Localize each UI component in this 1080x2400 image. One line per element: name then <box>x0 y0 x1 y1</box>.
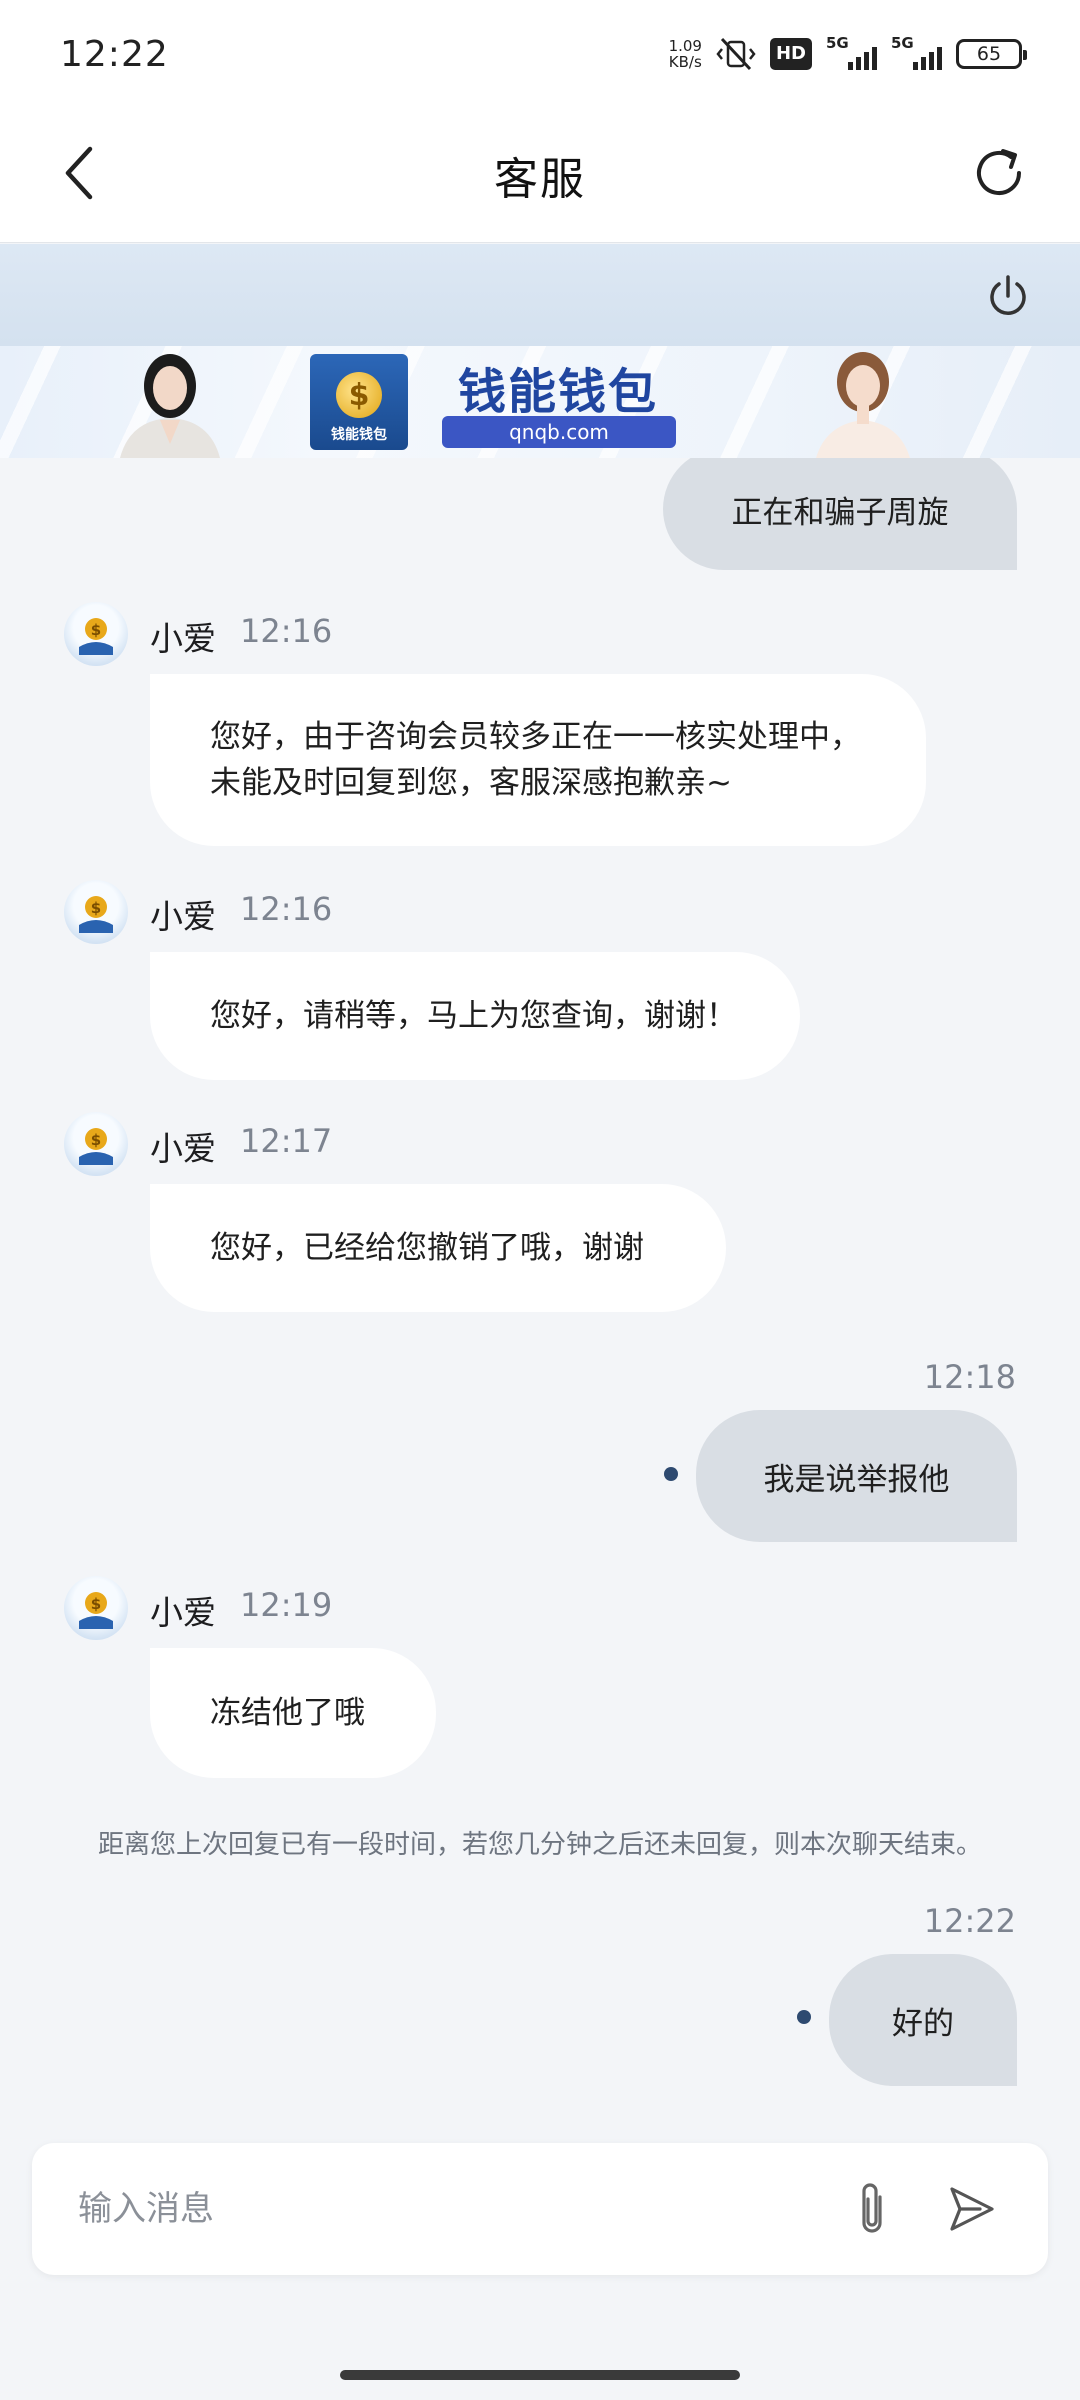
svg-text:$: $ <box>91 1131 101 1149</box>
ad-logo-caption: 钱能钱包 <box>331 427 387 443</box>
end-chat-button[interactable] <box>980 268 1036 324</box>
message-time: 12:16 <box>240 890 333 928</box>
outgoing-message-bubble: 我是说举报他 <box>696 1410 1017 1542</box>
back-button[interactable] <box>50 138 110 208</box>
message-text: 正在和骗子周旋 <box>731 494 949 531</box>
incoming-message-bubble: 您好，已经给您撤销了哦，谢谢 <box>150 1184 726 1312</box>
message-time: 12:22 <box>923 1902 1016 1940</box>
dollar-coin-icon: $ <box>336 372 382 418</box>
page-title: 客服 <box>494 154 586 205</box>
chat-message-list[interactable]: 正在和骗子周旋 $ 小爱 12:16 您好，由于咨询会员较多正在一一核实处理中，… <box>0 458 1080 2140</box>
network-speed-value: 1.09 <box>668 37 702 55</box>
message-time: 12:18 <box>923 1358 1016 1396</box>
wallet-logo-icon: $ <box>79 618 113 655</box>
message-input[interactable] <box>78 2189 842 2229</box>
ad-banner[interactable]: $ 钱能钱包 钱能钱包 qnqb.com <box>0 346 1080 458</box>
incoming-message-bubble: 冻结他了哦 <box>150 1648 436 1778</box>
attach-button[interactable] <box>842 2174 902 2244</box>
paperclip-icon <box>862 2183 882 2233</box>
power-icon <box>990 275 1026 315</box>
sender-name: 小爱 <box>150 619 216 658</box>
hd-voice-badge: HD <box>769 38 812 70</box>
wallet-logo-icon: $ <box>79 1592 113 1629</box>
refresh-icon <box>977 149 1021 195</box>
agent-avatar: $ <box>64 1112 128 1176</box>
message-time: 12:16 <box>240 612 333 650</box>
signal-1-icon: 5G <box>826 34 877 70</box>
unread-indicator-dot <box>797 2010 811 2024</box>
message-composer <box>32 2143 1048 2275</box>
ad-wallet-logo: $ 钱能钱包 <box>310 354 408 450</box>
ad-model-right-image <box>816 352 910 458</box>
app-header: 客服 <box>0 108 1080 243</box>
ad-model-left-image <box>120 354 220 458</box>
message-time: 12:19 <box>240 1586 333 1624</box>
status-icons: 1.09 KB/s HD 5G 5G 65 <box>669 34 1027 71</box>
wallet-logo-icon: $ <box>79 1128 113 1165</box>
send-icon <box>950 2187 994 2231</box>
ad-brand-name: 钱能钱包 <box>457 364 658 420</box>
outgoing-message-bubble: 正在和骗子周旋 <box>663 458 1017 570</box>
battery-level: 65 <box>976 43 1002 65</box>
svg-text:$: $ <box>91 621 101 639</box>
vibrate-mute-icon <box>716 37 756 71</box>
inactivity-notice: 距离您上次回复已有一段时间，若您几分钟之后还未回复，则本次聊天结束。 <box>97 1830 982 1860</box>
status-time: 12:22 <box>60 33 169 75</box>
send-button[interactable] <box>942 2179 1002 2239</box>
svg-text:$: $ <box>91 1595 101 1613</box>
svg-text:$: $ <box>91 899 101 917</box>
unread-indicator-dot <box>664 1467 678 1481</box>
agent-avatar: $ <box>64 1576 128 1640</box>
message-text: 您好，请稍等，马上为您查询，谢谢！ <box>210 998 737 1034</box>
outgoing-message-bubble: 好的 <box>829 1954 1017 2086</box>
sender-name: 小爱 <box>150 1129 216 1168</box>
sender-name: 小爱 <box>150 897 216 936</box>
network-speed-unit: KB/s <box>668 53 702 71</box>
message-text: 您好，已经给您撤销了哦，谢谢 <box>210 1230 644 1266</box>
sim2-network-label: 5G <box>891 34 914 52</box>
ad-url: qnqb.com <box>442 416 676 448</box>
network-speed: 1.09 KB/s <box>669 38 702 70</box>
wallet-logo-icon: $ <box>79 896 113 933</box>
message-text: 好的 <box>892 2005 954 2042</box>
chevron-left-icon <box>65 146 93 200</box>
status-bar: 12:22 1.09 KB/s HD 5G 5G 65 <box>0 0 1080 108</box>
signal-2-icon: 5G <box>891 34 942 70</box>
incoming-message-bubble: 您好，由于咨询会员较多正在一一核实处理中，未能及时回复到您，客服深感抱歉亲~ <box>150 674 926 846</box>
battery-icon: 65 <box>956 39 1027 69</box>
incoming-message-bubble: 您好，请稍等，马上为您查询，谢谢！ <box>150 952 800 1080</box>
sender-name: 小爱 <box>150 1593 216 1632</box>
agent-avatar: $ <box>64 880 128 944</box>
session-bar <box>0 244 1080 346</box>
home-indicator[interactable] <box>340 2370 740 2380</box>
agent-avatar: $ <box>64 602 128 666</box>
message-time: 12:17 <box>240 1122 333 1160</box>
sim1-network-label: 5G <box>826 34 849 52</box>
message-text: 我是说举报他 <box>763 1461 950 1498</box>
refresh-button[interactable] <box>966 140 1032 206</box>
message-text: 冻结他了哦 <box>210 1695 365 1731</box>
message-text: 您好，由于咨询会员较多正在一一核实处理中，未能及时回复到您，客服深感抱歉亲~ <box>210 719 861 801</box>
